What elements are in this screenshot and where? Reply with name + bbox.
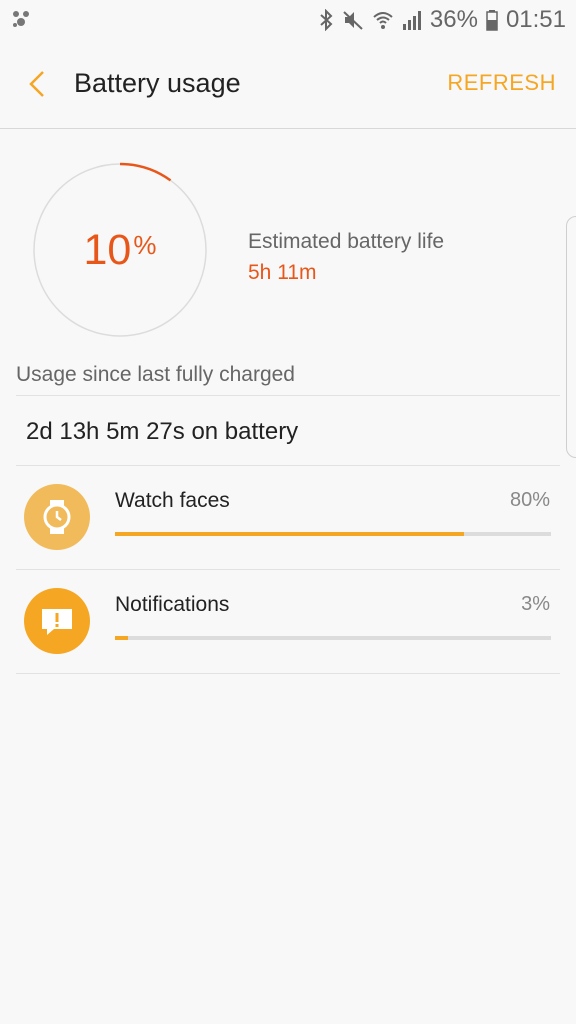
usage-item-watch-faces[interactable]: Watch faces 80% [16,466,560,569]
signal-icon [402,9,422,31]
notification-icon [24,588,90,654]
usage-section-header: Usage since last fully charged [16,363,295,386]
battery-percent-symbol: % [133,229,157,260]
battery-percentage: 10% [32,162,208,338]
status-bar: 36% 01:51 [0,0,576,40]
samsung-gear-icon [10,8,32,30]
divider [16,395,560,396]
usage-item-percent: 80% [509,489,550,511]
battery-icon [486,9,498,31]
usage-progress-track [115,636,551,640]
estimated-life-value: 5h 11m [248,261,317,284]
mute-icon [342,9,364,31]
battery-percent: 36% [429,6,478,33]
page-title: Battery usage [74,68,241,98]
usage-item-notifications[interactable]: Notifications 3% [16,570,560,673]
usage-item-name: Watch faces [115,489,230,512]
battery-percent-value: 10 [83,225,132,274]
clock: 01:51 [505,6,566,33]
usage-progress-fill [115,532,464,536]
usage-progress-fill [115,636,129,640]
app-bar: Battery usage REFRESH [0,40,576,129]
usage-item-percent: 3% [521,593,550,615]
estimated-life-label: Estimated battery life [248,230,445,253]
on-battery-duration: 2d 13h 5m 27s on battery [26,418,299,445]
divider [16,673,560,674]
usage-progress-track [115,532,551,536]
chevron-left-icon [29,71,44,97]
status-icons: 36% 01:51 [318,5,566,35]
refresh-button[interactable]: REFRESH [447,70,556,96]
usage-item-name: Notifications [115,593,230,616]
bluetooth-icon [318,9,334,31]
back-button[interactable] [18,66,56,102]
edge-panel-handle[interactable] [566,216,576,458]
watch-icon [24,484,90,550]
wifi-icon [372,9,394,31]
